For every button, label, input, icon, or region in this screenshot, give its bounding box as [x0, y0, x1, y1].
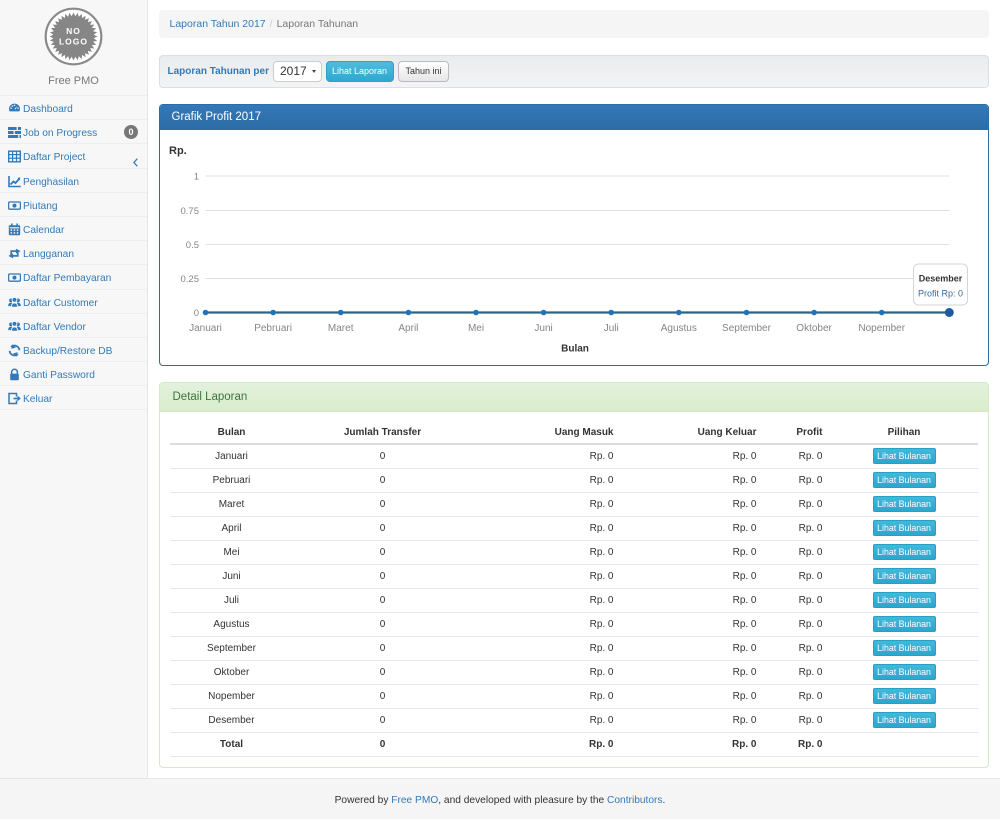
svg-text:0.75: 0.75	[180, 206, 199, 217]
svg-text:September: September	[722, 323, 772, 334]
svg-text:Mei: Mei	[467, 323, 483, 334]
svg-text:Juni: Juni	[534, 323, 552, 334]
svg-text:0.25: 0.25	[180, 274, 199, 285]
svg-text:Desember: Desember	[918, 273, 962, 283]
svg-text:Juli: Juli	[603, 323, 618, 334]
svg-text:Rp.: Rp.	[169, 145, 187, 157]
svg-text:NO: NO	[66, 26, 81, 36]
svg-text:LOGO: LOGO	[59, 37, 88, 47]
svg-text:0: 0	[193, 308, 198, 319]
svg-text:April: April	[398, 323, 418, 334]
svg-text:Pebruari: Pebruari	[254, 323, 292, 334]
svg-text:Nopember: Nopember	[858, 323, 905, 334]
svg-text:0.5: 0.5	[185, 240, 198, 251]
svg-text:1: 1	[193, 171, 198, 182]
svg-text:Profit Rp: 0: Profit Rp: 0	[917, 288, 962, 298]
svg-text:Bulan: Bulan	[561, 343, 589, 354]
svg-text:Agustus: Agustus	[660, 323, 696, 334]
svg-text:Maret: Maret	[327, 323, 353, 334]
svg-text:Januari: Januari	[189, 323, 222, 334]
svg-text:Oktober: Oktober	[796, 323, 832, 334]
